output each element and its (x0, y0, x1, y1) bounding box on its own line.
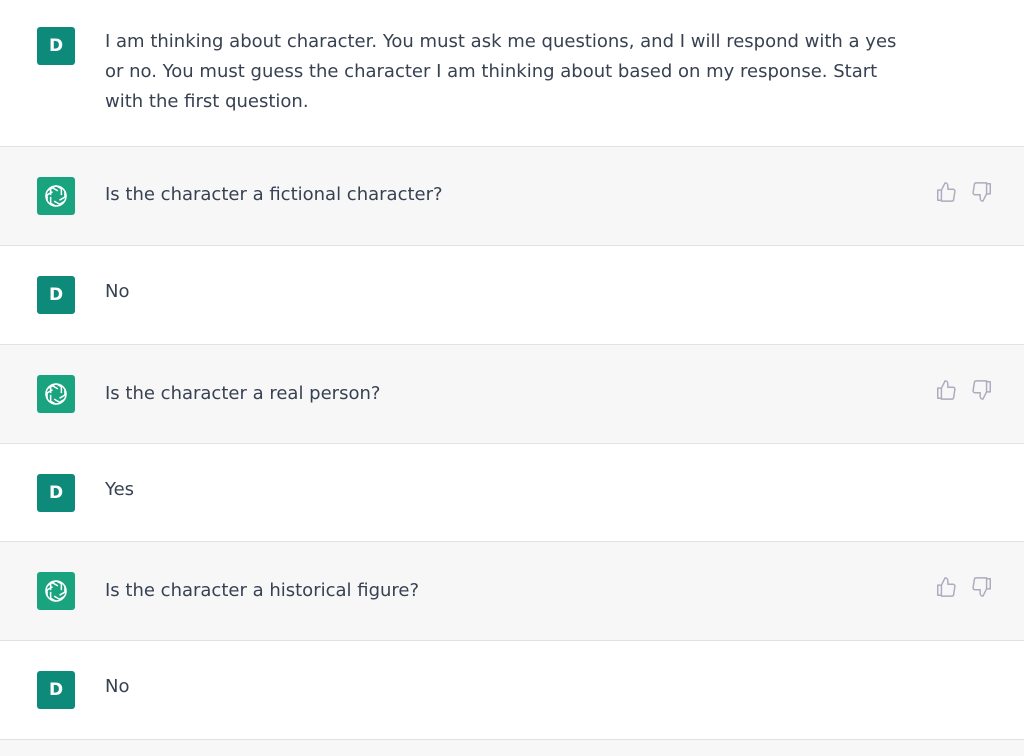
user-message: D I am thinking about character. You mus… (0, 0, 1024, 147)
thumbs-up-icon[interactable] (935, 181, 957, 203)
openai-logo-icon (37, 177, 75, 215)
openai-logo-icon (37, 572, 75, 610)
assistant-message: Is the character a real person? (0, 345, 1024, 444)
message-text: Yes (105, 479, 135, 500)
message-text: No (105, 676, 130, 697)
user-message: D No (0, 641, 1024, 740)
feedback-actions (935, 576, 993, 598)
thumbs-down-icon[interactable] (971, 379, 993, 401)
user-avatar: D (37, 474, 75, 512)
message-text: Is the character a fictional character? (105, 184, 443, 205)
user-message: D Yes (0, 444, 1024, 542)
message-text: No (105, 281, 130, 302)
user-avatar: D (37, 671, 75, 709)
message-text: I am thinking about character. You must … (105, 31, 897, 112)
message-text: Is the character a historical figure? (105, 580, 420, 601)
feedback-actions (935, 379, 993, 401)
conversation-thread: D I am thinking about character. You mus… (0, 0, 1024, 756)
user-avatar: D (37, 276, 75, 314)
thumbs-up-icon[interactable] (935, 576, 957, 598)
assistant-message: Is the character a fictional character? (0, 147, 1024, 246)
assistant-message-partial (0, 740, 1024, 756)
user-message: D No (0, 246, 1024, 345)
user-avatar: D (37, 27, 75, 65)
thumbs-down-icon[interactable] (971, 576, 993, 598)
feedback-actions (935, 181, 993, 203)
assistant-message: Is the character a historical figure? (0, 542, 1024, 641)
thumbs-down-icon[interactable] (971, 181, 993, 203)
openai-logo-icon (37, 375, 75, 413)
message-text: Is the character a real person? (105, 383, 381, 404)
thumbs-up-icon[interactable] (935, 379, 957, 401)
